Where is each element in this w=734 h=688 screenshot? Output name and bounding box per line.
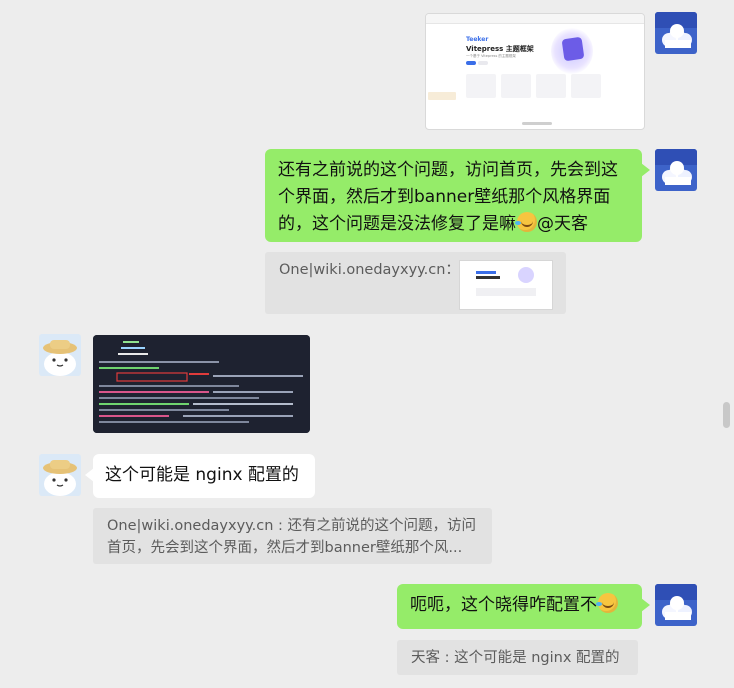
site-brand: Teeker [466,36,489,43]
message-line: 的，这个问题是没法修复了是嘛 @天客 [278,211,629,238]
chat-scrollbar-thumb[interactable] [723,402,730,428]
outgoing-text-message[interactable]: 呃呃，这个晓得咋配置不 [397,584,650,629]
quoted-message[interactable]: One|wiki.onedayxyy.cn： [265,252,566,314]
browser-toolbar [426,14,644,24]
vitepress-logo-image [551,28,593,74]
mention-link[interactable]: @天客 [537,214,588,234]
message-line: 还有之前说的这个问题，访问首页，先会到这 [278,160,618,180]
outgoing-text-message[interactable]: 还有之前说的这个问题，访问首页，先会到这 个界面，然后才到banner壁纸那个风… [265,149,650,242]
user-avatar[interactable] [655,12,697,54]
site-subtitle: 一个基于 Vitepress 的主题框架 [466,54,516,58]
site-button-secondary [478,61,488,65]
site-title: Vitepress 主题框架 [466,45,534,53]
quote-text: 天客 : 这个可能是 nginx 配置的 [411,650,620,666]
site-features [466,74,601,98]
contact-avatar[interactable] [39,454,81,496]
laugh-cry-emoji-icon [596,593,618,613]
site-button [466,61,476,65]
contact-avatar[interactable] [39,334,81,376]
quote-line: One|wiki.onedayxyy.cn : 还有之前说的这个问题，访问 [107,518,477,534]
incoming-text-message[interactable]: 这个可能是 nginx 配置的 [85,454,315,498]
outgoing-image-message[interactable]: Teeker Vitepress 主题框架 一个基于 Vitepress 的主题… [425,13,645,130]
laugh-cry-emoji-icon [515,212,537,232]
quote-line: 首页，先会到这个界面，然后才到banner壁纸那个风... [107,540,463,556]
quote-thumbnail [459,260,553,310]
message-line: 个界面，然后才到banner壁纸那个风格界面 [278,187,611,207]
quote-text: One|wiki.onedayxyy.cn： [279,262,460,278]
message-text: 的，这个问题是没法修复了是嘛 [278,214,516,234]
incoming-image-message[interactable] [93,335,310,433]
site-notice [428,92,456,100]
message-text: 这个可能是 nginx 配置的 [105,465,299,485]
user-avatar[interactable] [655,584,697,626]
user-avatar[interactable] [655,149,697,191]
quoted-message[interactable]: 天客 : 这个可能是 nginx 配置的 [397,640,638,675]
quoted-message[interactable]: One|wiki.onedayxyy.cn : 还有之前说的这个问题，访问 首页… [93,508,492,564]
terminal-screenshot-image [93,335,310,433]
site-footer-dots [522,122,552,125]
message-text: 呃呃，这个晓得咋配置不 [410,595,597,615]
